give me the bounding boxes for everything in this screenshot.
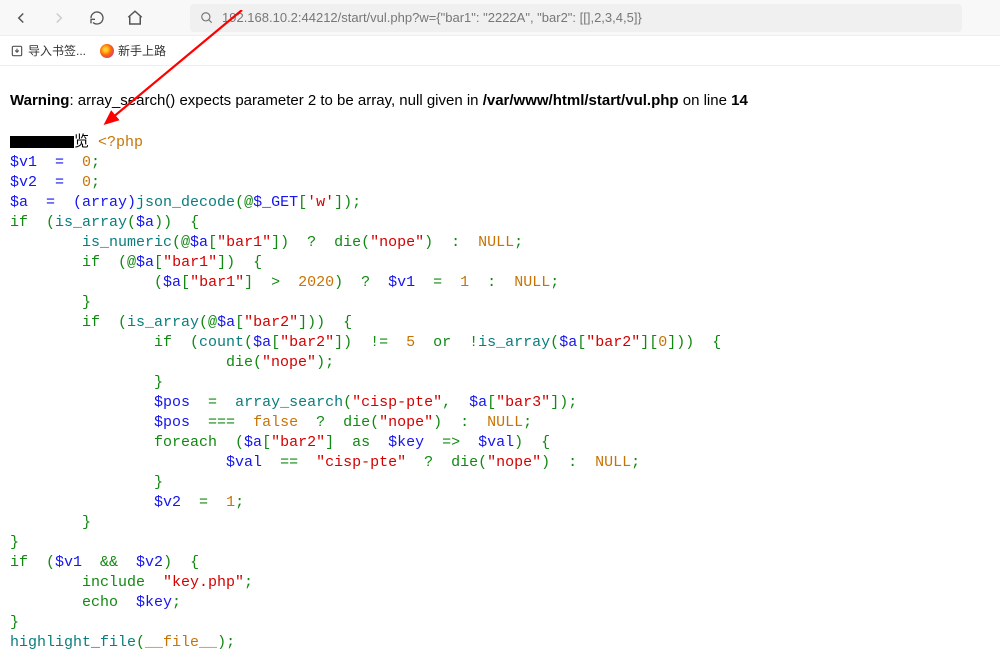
redacted-text xyxy=(10,136,74,148)
home-button[interactable] xyxy=(122,5,148,31)
search-icon xyxy=(200,11,214,25)
warning-path: /var/www/html/start/vul.php xyxy=(483,92,679,109)
browser-toolbar: 192.168.10.2:44212/start/vul.php?w={"bar… xyxy=(0,0,1000,36)
url-text: 192.168.10.2:44212/start/vul.php?w={"bar… xyxy=(222,10,642,25)
import-bookmarks-label: 导入书签... xyxy=(28,42,86,59)
getting-started-bookmark[interactable]: 新手上路 xyxy=(100,42,166,59)
back-button[interactable] xyxy=(8,5,34,31)
reload-button[interactable] xyxy=(84,5,110,31)
page-content: Warning: array_search() expects paramete… xyxy=(0,66,1000,663)
import-icon xyxy=(10,44,24,58)
warning-prefix: Warning xyxy=(10,92,69,109)
php-warning-line: Warning: array_search() expects paramete… xyxy=(10,92,990,109)
url-bar[interactable]: 192.168.10.2:44212/start/vul.php?w={"bar… xyxy=(190,4,962,32)
getting-started-label: 新手上路 xyxy=(118,42,166,59)
import-bookmarks-button[interactable]: 导入书签... xyxy=(10,42,86,59)
warning-linenum: 14 xyxy=(731,92,748,109)
forward-button[interactable] xyxy=(46,5,72,31)
warning-message: : array_search() expects parameter 2 to … xyxy=(69,92,482,109)
bookmarks-bar: 导入书签... 新手上路 xyxy=(0,36,1000,66)
warning-online: on line xyxy=(679,92,732,109)
firefox-icon xyxy=(100,44,114,58)
highlighted-code: 览 <?php $v1 = 0; $v2 = 0; $a = (array)js… xyxy=(10,113,990,653)
